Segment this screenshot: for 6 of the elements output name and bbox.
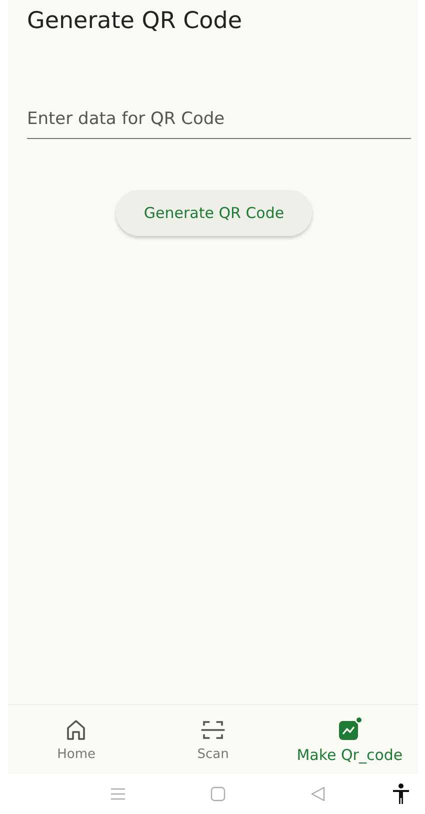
nav-tab[interactable]: Scan [144,705,282,774]
input-field[interactable]: Enter data for QR Code [27,100,411,139]
nav-tab[interactable]: Home [8,705,145,774]
nav-tab[interactable]: Make Qr_code [281,705,418,774]
generate-button[interactable]: Generate QR Code [116,190,312,236]
page-title: Generate QR Code [27,7,244,36]
